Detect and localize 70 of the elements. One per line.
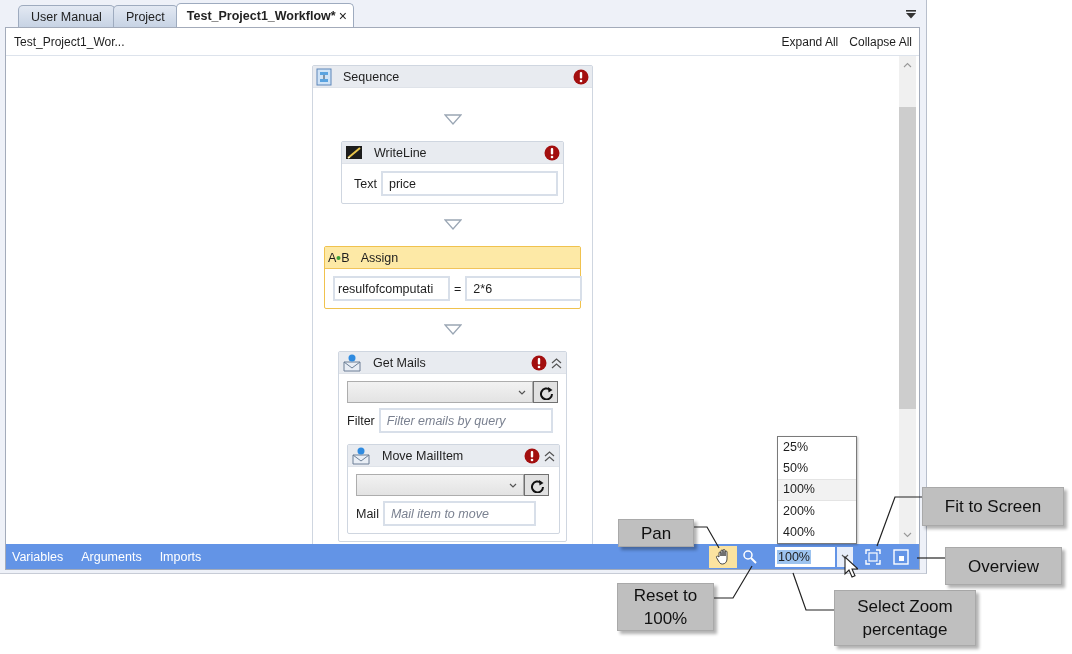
menu-item[interactable]: 50%	[778, 458, 856, 479]
activity-card[interactable]: A B Assign resulfofcomputati = 2*6	[324, 246, 581, 309]
activity-header[interactable]: Move MailItem	[348, 445, 559, 467]
sequence-icon	[316, 67, 332, 86]
callout: Pan	[618, 519, 694, 547]
drop-point-icon	[443, 324, 462, 335]
callout: Select Zoom percentage	[834, 590, 976, 646]
menu-item[interactable]: 100%	[778, 479, 856, 501]
activity-card[interactable]: Get Mails Filter Filter emails by query Move MailItem Mail Mail item to move	[338, 351, 567, 542]
callout: Overview	[945, 547, 1062, 585]
leader-line	[876, 496, 923, 547]
variable-field[interactable]: resulfofcomputati	[333, 276, 450, 301]
mail-icon	[342, 353, 362, 372]
equals-sign: =	[454, 281, 462, 296]
drop-point-icon	[443, 114, 462, 125]
link[interactable]: Expand All	[781, 34, 839, 49]
drop-point-icon	[443, 219, 462, 230]
scroll-up-icon[interactable]	[903, 62, 912, 68]
refresh-button[interactable]	[524, 474, 549, 496]
leader-line	[916, 557, 946, 559]
leader-line	[792, 572, 835, 611]
magnifier-icon[interactable]	[742, 548, 758, 565]
caret-icon	[509, 482, 517, 488]
collapse-icon[interactable]	[543, 448, 556, 463]
caret-icon	[518, 389, 526, 395]
field-label: Filter	[347, 413, 375, 428]
activity-title: Get Mails	[373, 355, 426, 370]
mail-item-field[interactable]: Mail item to move	[382, 501, 536, 526]
activity-header[interactable]: WriteLine	[342, 142, 563, 164]
activity-title: WriteLine	[374, 145, 427, 160]
field-label: Mail	[356, 506, 379, 521]
menu-item[interactable]: 200%	[778, 501, 856, 522]
collapse-icon[interactable]	[550, 355, 563, 370]
scrollbar-thumb[interactable]	[899, 107, 916, 409]
mail-icon	[351, 446, 371, 465]
activity-title: Move MailItem	[382, 448, 464, 463]
leader-line	[713, 565, 753, 599]
activity-card[interactable]: Move MailItem Mail Mail item to move	[347, 444, 560, 534]
sequence-card[interactable]: Sequence WriteLine Text price A B Assign resulfofcomputati = 2*6 Get Mails Filter Filter emails by query Move MailItem Mail Mail item to move	[312, 65, 593, 544]
activity-card[interactable]: WriteLine Text price	[341, 141, 564, 204]
text-field[interactable]: price	[380, 171, 558, 196]
link[interactable]: Collapse All	[849, 34, 912, 49]
menu-item[interactable]: 400%	[778, 522, 856, 543]
value-field[interactable]: 2*6	[465, 276, 583, 301]
overflow-menu-icon[interactable]	[906, 10, 916, 19]
field-label: Text	[354, 176, 377, 191]
menu-item[interactable]: 25%	[778, 437, 856, 458]
activity-header[interactable]: A B Assign	[325, 247, 580, 269]
callout: Fit to Screen	[922, 487, 1064, 526]
refresh-button[interactable]	[533, 381, 558, 403]
activity-header[interactable]: Get Mails	[339, 352, 566, 374]
activity-title: Assign	[360, 250, 399, 265]
close-icon[interactable]: ×	[338, 7, 347, 24]
hand-icon	[715, 548, 731, 565]
tab[interactable]: Project	[112, 5, 178, 27]
filter-field[interactable]: Filter emails by query	[378, 408, 553, 433]
breadcrumb[interactable]: Test_Project1_Wor...	[14, 34, 125, 49]
zoom-field[interactable]: 100%	[775, 546, 835, 567]
activity-title: Sequence	[343, 69, 400, 84]
tab[interactable]: Test_Project1_Workflow* ×	[175, 3, 354, 27]
fit-screen-icon[interactable]	[865, 548, 881, 565]
activity-header[interactable]: Sequence	[313, 66, 592, 88]
tab[interactable]: User Manual	[18, 5, 115, 27]
leader-line	[693, 526, 720, 549]
callout: Reset to 100%	[617, 583, 714, 631]
scrollbar[interactable]	[899, 56, 916, 544]
scroll-down-icon[interactable]	[903, 532, 912, 538]
pen-icon	[345, 144, 363, 161]
overview-icon[interactable]	[893, 548, 909, 565]
pan-button[interactable]	[709, 545, 737, 568]
